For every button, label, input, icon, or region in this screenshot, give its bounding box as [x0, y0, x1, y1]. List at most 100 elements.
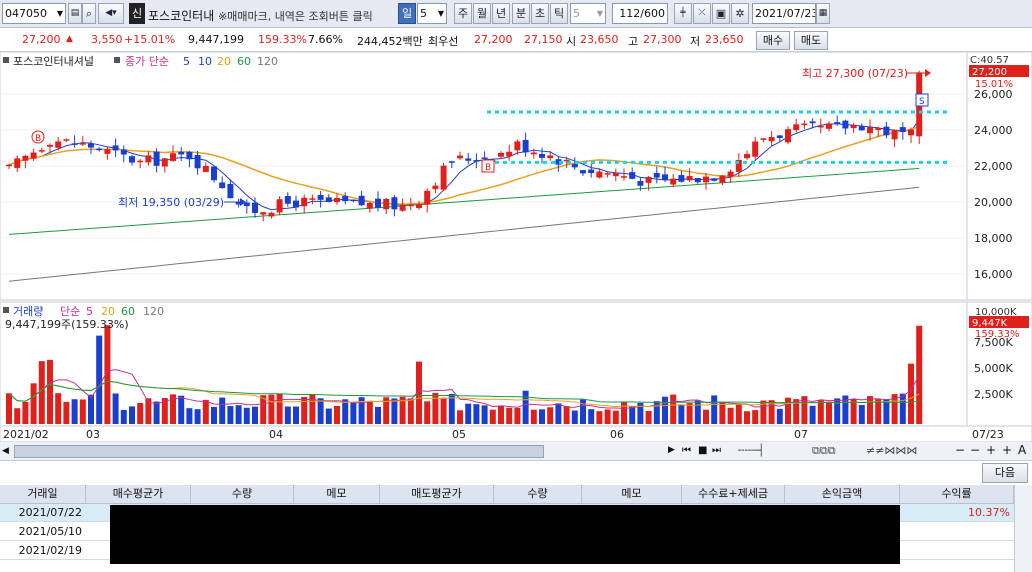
speaker-icon[interactable]: ◀▾ — [98, 3, 124, 24]
buy-marker-may[interactable]: B — [481, 159, 495, 173]
drawing-tools-icon[interactable]: ≠≠⋈⋈⋈ — [866, 444, 917, 457]
candle-body — [440, 165, 447, 190]
price-legend-period-60: 60 — [237, 55, 251, 68]
row-date: 2021/07/22 — [18, 506, 82, 519]
period-tick-button[interactable]: 틱 — [550, 3, 568, 24]
header-buy-memo[interactable]: 메모 — [294, 485, 380, 504]
header-sell-avg[interactable]: 매도평균가 — [380, 485, 494, 504]
header-trade-date[interactable]: 거래일 — [0, 485, 86, 504]
period-minute-button[interactable]: 분 — [512, 3, 530, 24]
candle-body — [268, 212, 275, 217]
period-day-button[interactable]: 일 — [398, 3, 416, 24]
zoom-slider-icon[interactable]: ╌╌─┤ — [738, 444, 765, 457]
minus-icon[interactable]: − — [970, 443, 980, 457]
chart-area[interactable]: 포스코인터내셔널 종가 단순 5 10 20 60 120 최고 27,300 … — [0, 51, 1032, 443]
trade-amount: 244,452백만 — [357, 35, 423, 48]
candle-body — [899, 127, 906, 133]
volume-bar — [809, 405, 816, 424]
chevron-down-icon[interactable]: ▼ — [57, 4, 63, 23]
volume-bar — [235, 405, 242, 424]
volume-bar — [47, 359, 53, 424]
header-sell-memo[interactable]: 메모 — [582, 485, 682, 504]
sell-button[interactable]: 매도 — [794, 31, 828, 50]
zoom-out-icon[interactable]: − — [955, 443, 965, 457]
volume-bar — [350, 401, 357, 424]
volume-bar — [662, 396, 668, 424]
scroll-right-icon[interactable]: ▶ — [668, 445, 675, 455]
day-count-value: 5 — [420, 7, 427, 20]
sell-marker-jul[interactable]: S — [915, 93, 929, 107]
gear-icon[interactable]: ✲ — [731, 3, 749, 24]
candle-body — [498, 152, 504, 157]
header-buy-qty[interactable]: 수량 — [191, 485, 294, 504]
volume-bar — [30, 383, 37, 424]
period-week-button[interactable]: 주 — [454, 3, 472, 24]
stock-code-input[interactable]: 047050 ▼ — [2, 3, 66, 24]
plus-icon[interactable]: + — [1002, 443, 1012, 457]
next-button[interactable]: 다음 — [982, 463, 1028, 483]
price-tick-26000: 26,000 — [974, 88, 1013, 101]
day-count-select[interactable]: 5 ▼ — [417, 3, 447, 24]
header-return[interactable]: 수익률 — [900, 485, 1014, 504]
candle-body — [375, 198, 381, 208]
stop-icon[interactable]: ■ — [698, 445, 707, 456]
header-buy-avg[interactable]: 매수평균가 — [86, 485, 191, 504]
date-input[interactable]: 2021/07/23 — [752, 3, 816, 24]
candle-body — [79, 143, 86, 145]
x-tick-last: 07/23 — [972, 428, 1004, 441]
redacted-area — [110, 505, 900, 564]
chart-tools-icon[interactable]: ⧉⧉⧉ — [812, 444, 836, 458]
zoom-in-icon[interactable]: + — [986, 443, 996, 457]
right-top-label: C:40.57 — [970, 55, 1009, 66]
candle-body — [596, 171, 603, 178]
list-icon[interactable]: ▤ — [68, 3, 82, 24]
volume-bar — [694, 400, 701, 424]
period-month-button[interactable]: 월 — [473, 3, 491, 24]
candle-body — [202, 165, 209, 172]
volume-bar — [293, 406, 299, 424]
first-page-icon[interactable]: ⏮ — [682, 445, 691, 456]
compare-icon[interactable]: ⤫ — [693, 3, 711, 24]
minute-select[interactable]: 5 ▼ — [570, 3, 606, 24]
volume-bar — [211, 406, 217, 424]
header-fees[interactable]: 수수료+제세금 — [682, 485, 785, 504]
candle-body — [407, 204, 414, 207]
header-sell-qty[interactable]: 수량 — [494, 485, 582, 504]
chart-canvas[interactable]: 포스코인터내셔널 종가 단순 5 10 20 60 120 최고 27,300 … — [0, 51, 1032, 443]
chevron-down-icon[interactable]: ▼ — [597, 4, 603, 23]
volume-legend-period-20: 20 — [101, 305, 115, 318]
candle-body — [711, 178, 718, 181]
volume-bar — [588, 409, 595, 424]
price-legend-period-120: 120 — [257, 55, 278, 68]
open-label: 시 — [566, 35, 577, 48]
volume-bar — [686, 403, 693, 424]
volume-bar — [785, 397, 791, 424]
volume-tag-text: 9,447K — [972, 318, 1008, 329]
period-second-button[interactable]: 초 — [531, 3, 549, 24]
volume-bar — [571, 410, 578, 424]
candle-body — [457, 155, 463, 159]
header-pnl[interactable]: 손익금액 — [785, 485, 900, 504]
last-page-icon[interactable]: ⏭ — [712, 445, 721, 456]
scrollbar-thumb[interactable] — [14, 445, 544, 458]
candle-body — [342, 195, 349, 202]
price-legend-name: 포스코인터내셔널 — [13, 55, 94, 68]
font-size-icon[interactable]: A — [1018, 443, 1026, 457]
candle-body — [473, 160, 480, 162]
count-input[interactable]: 112/600 — [612, 3, 668, 24]
save-icon[interactable]: ▣ — [712, 3, 730, 24]
scroll-left-icon[interactable]: ◀ — [2, 446, 9, 456]
candle-body — [153, 151, 160, 166]
candle-body — [760, 138, 767, 140]
candle-settings-icon[interactable]: ╪ — [674, 3, 692, 24]
calendar-icon[interactable]: ▦ — [816, 3, 830, 24]
volume-bar — [555, 403, 562, 424]
candle-body — [252, 202, 258, 213]
up-arrow-icon: ▲ — [66, 34, 73, 44]
period-year-button[interactable]: 년 — [492, 3, 510, 24]
table-scrollbar[interactable] — [1014, 485, 1032, 572]
volume-bar — [153, 401, 160, 424]
buy-button[interactable]: 매수 — [756, 31, 790, 50]
chevron-down-icon[interactable]: ▼ — [438, 4, 444, 23]
search-icon[interactable]: ⌕ — [82, 3, 96, 24]
